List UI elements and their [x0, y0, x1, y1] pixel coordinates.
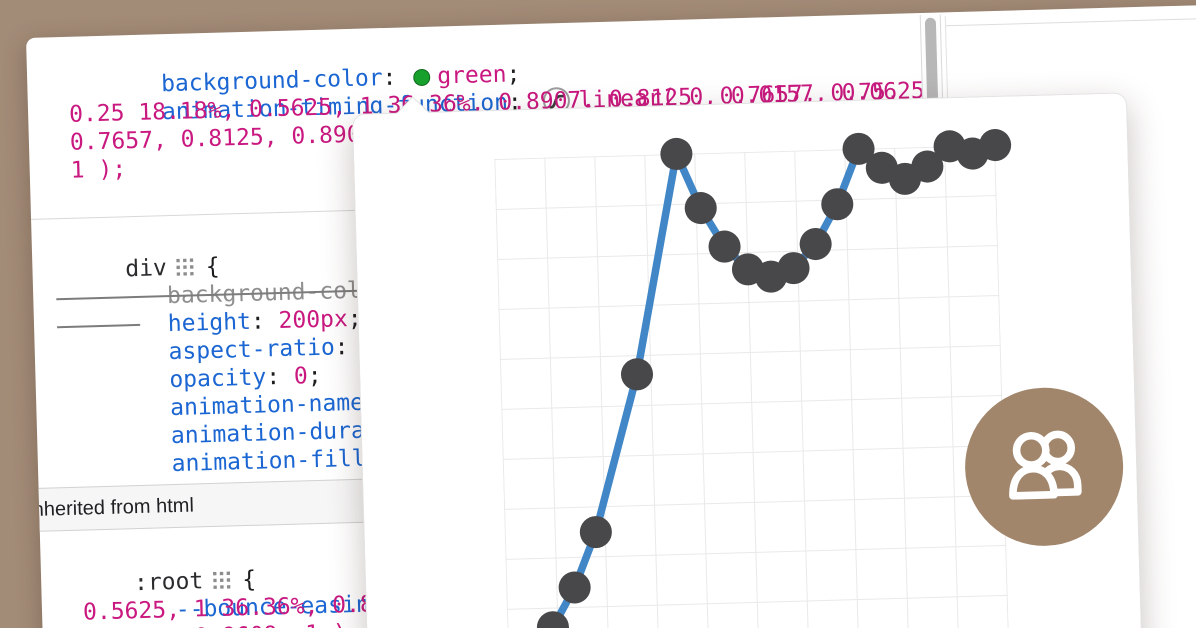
promo-canvas: background-color: green; animation-timin… [0, 0, 1196, 628]
easing-curve-line [494, 145, 1009, 628]
popup-body [353, 93, 1141, 628]
curve-control-point[interactable] [621, 358, 654, 391]
people-icon [991, 419, 1098, 514]
curve-control-point[interactable] [821, 188, 854, 221]
curve-control-point[interactable] [660, 137, 693, 170]
curve-control-point[interactable] [558, 571, 591, 604]
right-pane-top-border [946, 12, 1196, 26]
curve-control-point[interactable] [579, 516, 612, 549]
inherited-from-label: Inherited from html [27, 494, 194, 521]
easing-editor-popup [352, 92, 1142, 628]
easing-curve-chart [494, 145, 1009, 628]
